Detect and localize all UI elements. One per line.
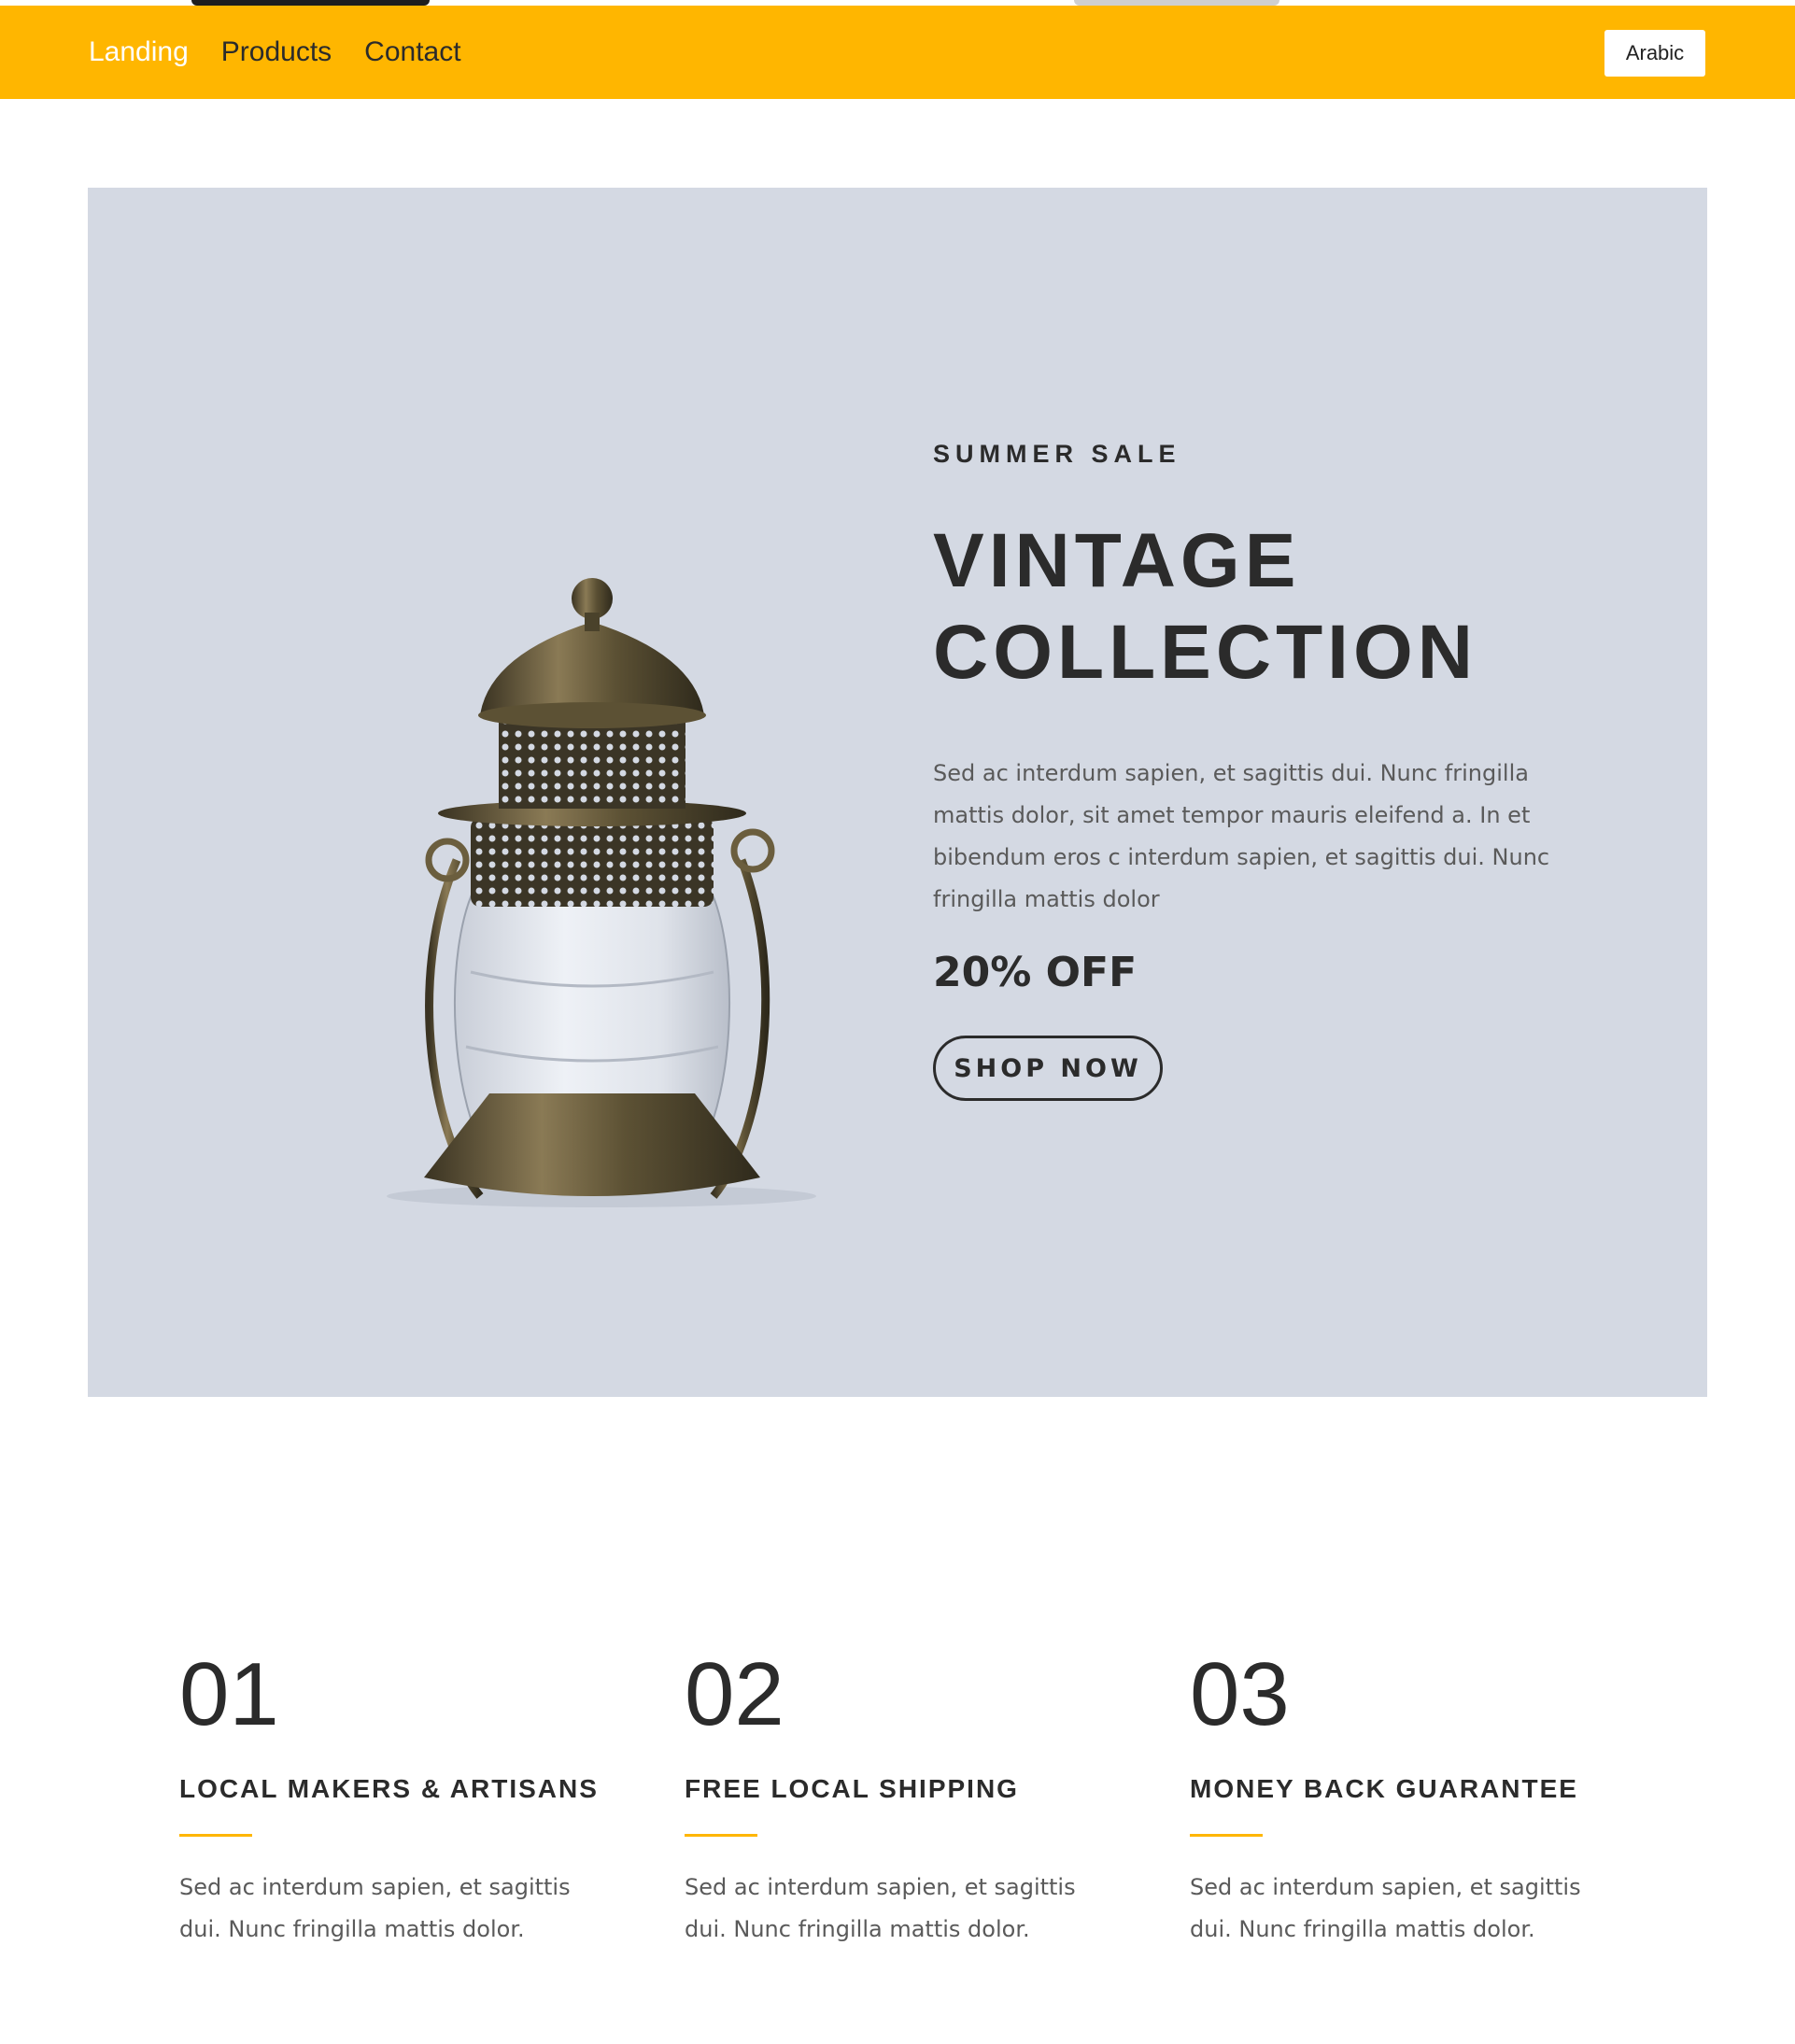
feature-text: Sed ac interdum sapien, et sagittis dui.… xyxy=(1190,1874,1581,1942)
nav-link-contact[interactable]: Contact xyxy=(364,36,460,68)
hero-title-line1: VINTAGE xyxy=(933,518,1301,603)
feature-divider xyxy=(685,1834,757,1837)
lantern-image xyxy=(387,578,816,1207)
hero-title: VINTAGE COLLECTION xyxy=(933,515,1605,698)
feature-title: MONEY BACK GUARANTEE xyxy=(1190,1774,1578,1803)
feature-divider xyxy=(179,1834,252,1837)
nav-link-products[interactable]: Products xyxy=(221,36,332,68)
feature-divider xyxy=(1190,1834,1263,1837)
hero-title-line2: COLLECTION xyxy=(933,610,1477,695)
feature-number: 01 xyxy=(179,1644,279,1744)
feature-card: 01 LOCAL MAKERS & ARTISANS Sed ac interd… xyxy=(179,1643,646,1951)
discount-label: 20% OFF xyxy=(933,949,1138,996)
feature-card: 02 FREE LOCAL SHIPPING Sed ac interdum s… xyxy=(685,1643,1152,1951)
hero-eyebrow: SUMMER SALE xyxy=(933,440,1181,468)
feature-number: 03 xyxy=(1190,1644,1290,1744)
hero-description: Sed ac interdum sapien, et sagittis dui.… xyxy=(933,760,1550,912)
shop-now-button[interactable]: SHOP NOW xyxy=(933,1036,1163,1101)
navbar: Landing Products Contact Arabic xyxy=(0,6,1795,99)
feature-number: 02 xyxy=(685,1644,784,1744)
feature-title: LOCAL MAKERS & ARTISANS xyxy=(179,1774,599,1803)
feature-text: Sed ac interdum sapien, et sagittis dui.… xyxy=(179,1874,571,1942)
hero-text: SUMMER SALE VINTAGE COLLECTION Sed ac in… xyxy=(933,440,1605,1101)
nav-links: Landing Products Contact xyxy=(89,6,461,99)
feature-card: 03 MONEY BACK GUARANTEE Sed ac interdum … xyxy=(1190,1643,1657,1951)
feature-title: FREE LOCAL SHIPPING xyxy=(685,1774,1019,1803)
feature-text: Sed ac interdum sapien, et sagittis dui.… xyxy=(685,1874,1076,1942)
language-button[interactable]: Arabic xyxy=(1604,30,1705,77)
hero-banner: SUMMER SALE VINTAGE COLLECTION Sed ac in… xyxy=(88,188,1707,1397)
nav-link-landing[interactable]: Landing xyxy=(89,36,189,68)
